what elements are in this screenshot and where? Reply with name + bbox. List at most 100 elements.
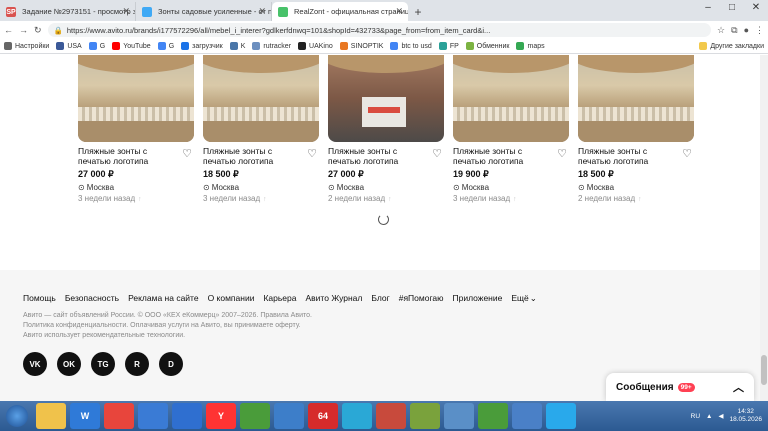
bookmark-item[interactable]: SINOPTIK <box>339 42 383 50</box>
taskbar-app-icon[interactable] <box>104 403 134 429</box>
bookmark-item[interactable]: FP <box>438 42 459 50</box>
chevron-up-icon[interactable]: ︿ <box>733 379 744 395</box>
listing-card[interactable]: ♡ Пляжные зонты с печатью логотипа 19 90… <box>453 55 569 203</box>
taskbar-app-icon[interactable]: 64 <box>308 403 338 429</box>
close-window-button[interactable]: ✕ <box>744 0 768 18</box>
footer-link[interactable]: Безопасность <box>65 293 119 304</box>
bookmark-star-icon[interactable]: ☆ <box>717 25 725 36</box>
extensions-icon[interactable]: ⧉ <box>731 25 737 36</box>
listing-card[interactable]: ♡ Пляжные зонты с печатью логотипа 18 50… <box>578 55 694 203</box>
taskbar-app-icon[interactable] <box>444 403 474 429</box>
messages-widget[interactable]: Сообщения 99+ ︿ <box>606 373 754 401</box>
favorite-heart-icon[interactable]: ♡ <box>557 147 567 160</box>
footer-link[interactable]: Помощь <box>23 293 56 304</box>
listing-title[interactable]: Пляжные зонты с печатью логотипа <box>328 146 424 166</box>
taskbar-app-icon[interactable]: W <box>70 403 100 429</box>
browser-tab[interactable]: SP Задание №2973151 - просмотр з ✕ <box>0 2 136 21</box>
bookmark-item[interactable]: G <box>157 42 174 50</box>
browser-tab[interactable]: Зонты садовые усиленные - от п ✕ <box>136 2 272 21</box>
taskbar-app-icon[interactable] <box>478 403 508 429</box>
favorite-heart-icon[interactable]: ♡ <box>307 147 317 160</box>
footer-link[interactable]: #яПомогаю <box>399 293 444 304</box>
other-bookmarks[interactable]: Другие закладки <box>699 42 764 50</box>
footer-link[interactable]: Блог <box>371 293 389 304</box>
language-indicator[interactable]: RU <box>691 413 700 420</box>
listing-title[interactable]: Пляжные зонты с печатью логотипа <box>203 146 299 166</box>
listing-photo[interactable] <box>203 55 319 142</box>
favorite-heart-icon[interactable]: ♡ <box>682 147 692 160</box>
bookmark-item[interactable]: UAKino <box>298 42 333 50</box>
listing-photo[interactable] <box>453 55 569 142</box>
taskbar-app-icon[interactable] <box>138 403 168 429</box>
listing-card[interactable]: ♡ Пляжные зонты с печатью логотипа 27 00… <box>328 55 444 203</box>
listing-photo[interactable] <box>578 55 694 142</box>
footer-link[interactable]: Реклама на сайте <box>128 293 199 304</box>
listing-card[interactable]: ♡ Пляжные зонты с печатью логотипа 18 50… <box>203 55 319 203</box>
taskbar-app-icon[interactable]: Y <box>206 403 236 429</box>
new-tab-button[interactable]: + <box>408 2 428 21</box>
reload-icon[interactable]: ↻ <box>34 25 42 36</box>
footer-link[interactable]: Авито Журнал <box>306 293 363 304</box>
forward-icon[interactable]: → <box>19 25 28 35</box>
footer-link[interactable]: Приложение <box>452 293 502 304</box>
odnoklassniki-icon[interactable]: OK <box>57 352 81 376</box>
back-icon[interactable]: ← <box>4 25 13 35</box>
favorite-heart-icon[interactable]: ♡ <box>432 147 442 160</box>
url-input[interactable]: 🔒 https://www.avito.ru/brands/i177572296… <box>47 23 712 37</box>
listing-price: 18 500 ₽ <box>578 169 614 179</box>
bookmark-item[interactable]: загрузчик <box>181 42 223 50</box>
profile-icon[interactable]: ● <box>744 25 749 35</box>
bookmark-item[interactable]: btc to usd <box>390 42 432 50</box>
footer-link[interactable]: Ещё <box>511 293 528 304</box>
taskbar-app-icon[interactable] <box>36 403 66 429</box>
close-tab-icon[interactable]: ✕ <box>395 6 403 17</box>
legal-line-2: Политика конфиденциальности. Оплачивая у… <box>23 322 301 329</box>
close-tab-icon[interactable]: ✕ <box>258 6 266 17</box>
volume-icon[interactable]: ◀ <box>718 412 723 420</box>
bookmark-item[interactable]: YouTube <box>112 42 151 50</box>
rutube-icon[interactable]: R <box>125 352 149 376</box>
time-text: 2 недели назад <box>328 194 386 203</box>
listing-photo[interactable] <box>328 55 444 142</box>
vk-icon[interactable]: VK <box>23 352 47 376</box>
start-button[interactable] <box>0 401 34 431</box>
scrollbar-thumb[interactable] <box>761 355 767 385</box>
bookmark-label: btc to usd <box>401 42 432 50</box>
minimize-button[interactable]: – <box>696 0 720 18</box>
taskbar-app-icon[interactable] <box>342 403 372 429</box>
chevron-down-icon[interactable]: ⌄ <box>530 293 537 304</box>
taskbar-app-icon[interactable] <box>512 403 542 429</box>
listing-title[interactable]: Пляжные зонты с печатью логотипа <box>453 146 549 166</box>
listing-photo[interactable] <box>78 55 194 142</box>
menu-icon[interactable]: ⋮ <box>755 25 764 36</box>
browser-tab[interactable]: RealZont - официальная страниц ✕ <box>272 2 408 21</box>
bookmark-item[interactable]: maps <box>516 42 545 50</box>
listing-card[interactable]: ♡ Пляжные зонты с печатью логотипа 27 00… <box>78 55 194 203</box>
telegram-icon[interactable]: TG <box>91 352 115 376</box>
close-tab-icon[interactable]: ✕ <box>122 6 130 17</box>
bookmark-label: UAKino <box>309 42 333 50</box>
listing-title[interactable]: Пляжные зонты с печатью логотипа <box>578 146 674 166</box>
bookmark-item[interactable]: Обменник <box>465 42 509 50</box>
listing-title[interactable]: Пляжные зонты с печатью логотипа <box>78 146 174 166</box>
favorite-heart-icon[interactable]: ♡ <box>182 147 192 160</box>
taskbar-app-icon[interactable] <box>240 403 270 429</box>
footer-link[interactable]: Карьера <box>263 293 296 304</box>
clock[interactable]: 14:32 18.05.2026 <box>729 408 762 424</box>
taskbar-app-icon[interactable] <box>410 403 440 429</box>
maximize-button[interactable]: □ <box>720 0 744 18</box>
bookmark-item[interactable]: USA <box>56 42 82 50</box>
bookmark-item[interactable]: G <box>88 42 105 50</box>
footer-link[interactable]: О компании <box>208 293 255 304</box>
page-scrollbar[interactable] <box>760 55 768 401</box>
taskbar-app-icon[interactable] <box>546 403 576 429</box>
dzen-icon[interactable]: D <box>159 352 183 376</box>
bookmark-item[interactable]: Настройки <box>4 42 49 50</box>
taskbar-app-icon[interactable] <box>376 403 406 429</box>
bookmark-item[interactable]: K <box>229 42 245 50</box>
location-pin-icon: ⊙ <box>203 183 210 192</box>
network-icon[interactable]: ▲ <box>706 413 712 420</box>
taskbar-app-icon[interactable] <box>172 403 202 429</box>
taskbar-app-icon[interactable] <box>274 403 304 429</box>
bookmark-item[interactable]: rutracker <box>252 42 291 50</box>
